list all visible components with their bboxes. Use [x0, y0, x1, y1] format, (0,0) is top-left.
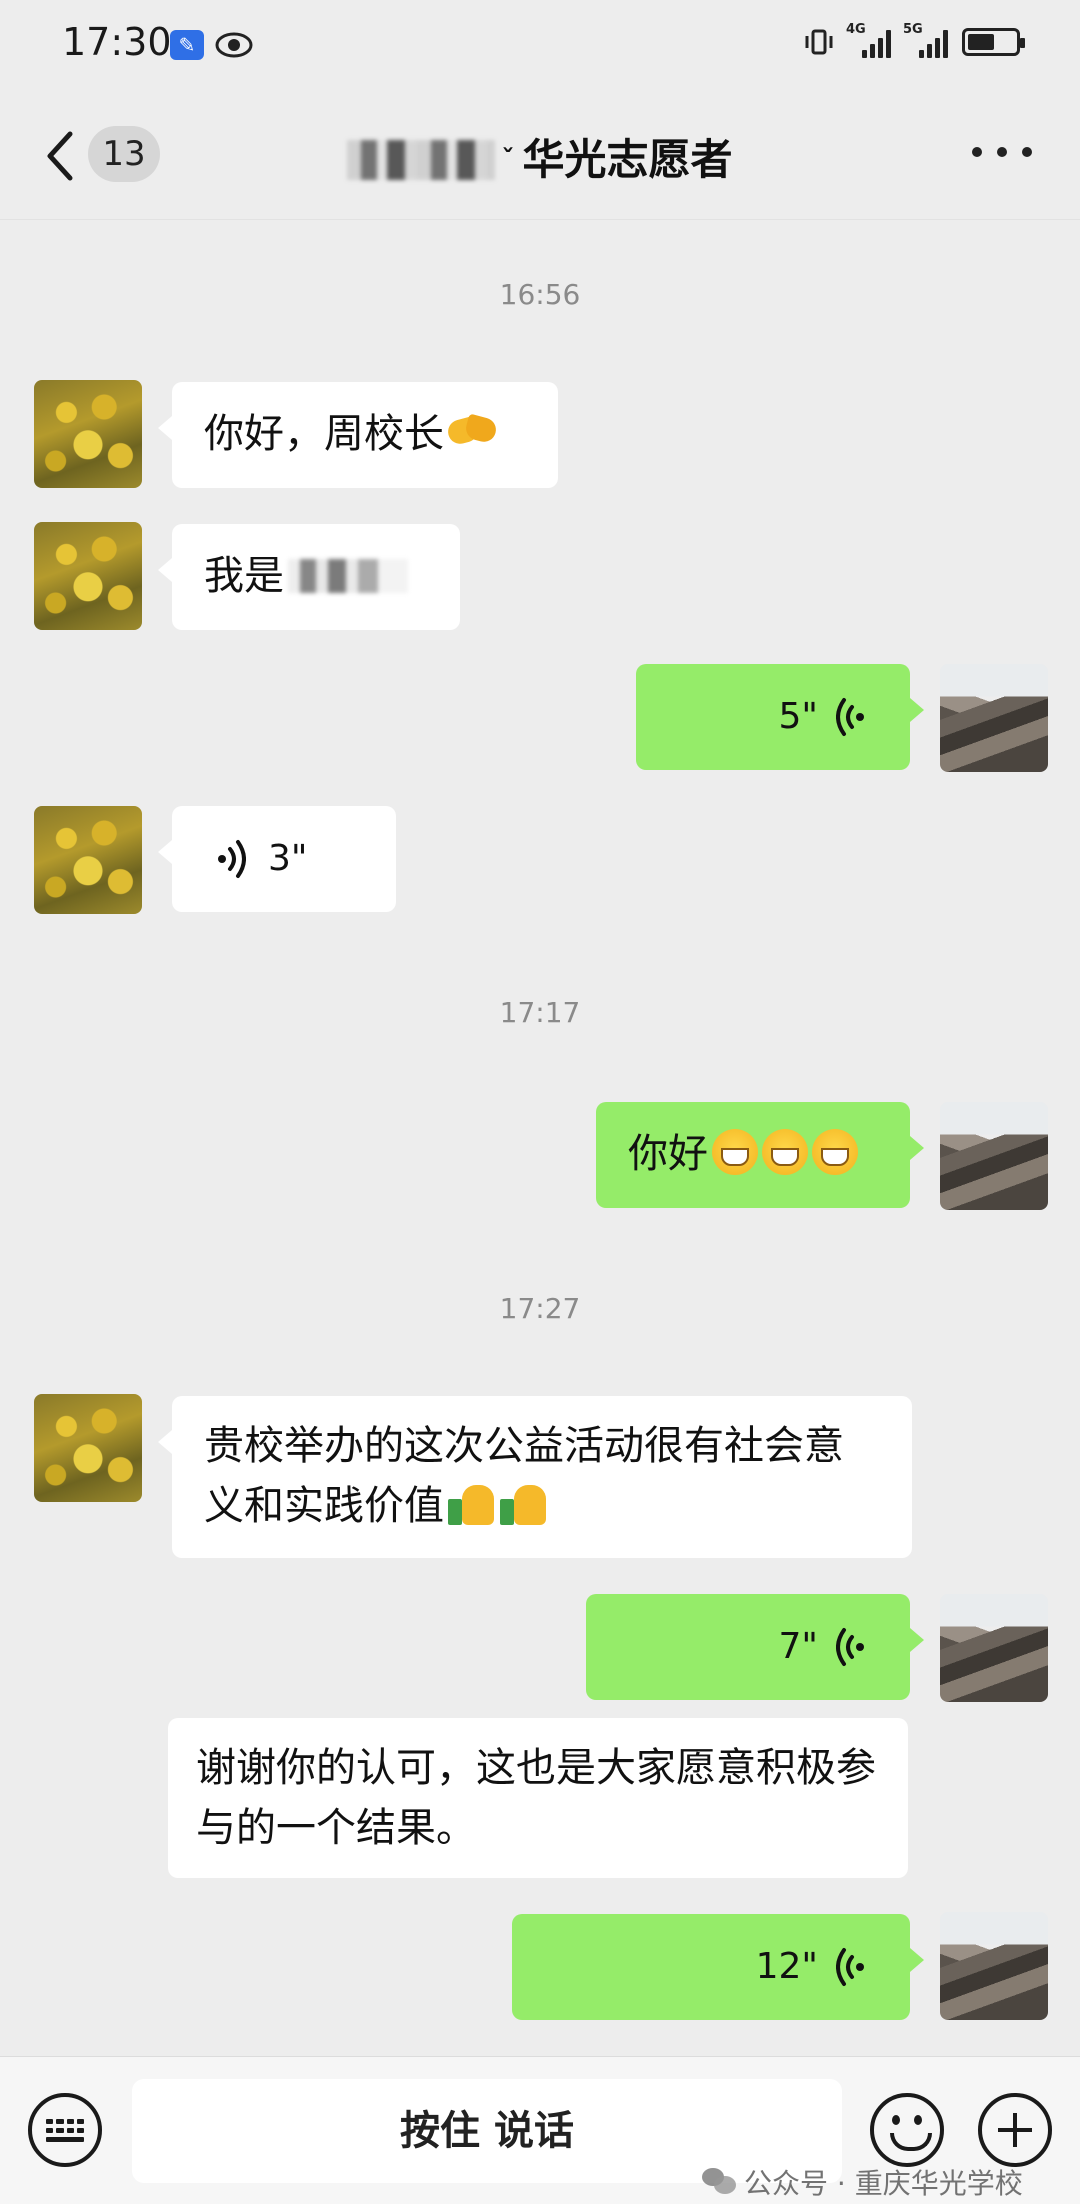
status-indicators: 4G 5G	[804, 22, 1025, 58]
eye-icon	[215, 32, 253, 58]
outgoing-voice-bubble[interactable]: 12"	[512, 1914, 924, 2020]
incoming-voice-bubble[interactable]: 3"	[158, 806, 396, 912]
voice-duration: 5"	[778, 696, 818, 737]
timestamp: 16:56	[499, 278, 581, 311]
contact-avatar[interactable]	[34, 806, 142, 914]
my-avatar[interactable]	[940, 664, 1048, 772]
status-time: 17:30	[62, 20, 172, 64]
message-text: 你好	[628, 1131, 708, 1177]
contact-avatar[interactable]	[34, 380, 142, 488]
app-notification-icon: ✎	[170, 30, 204, 60]
voice-wave-icon	[836, 1628, 864, 1666]
emoji-icon[interactable]	[870, 2093, 944, 2167]
plus-icon[interactable]	[978, 2093, 1052, 2167]
watermark: 公众号 · 重庆华光学校	[702, 2162, 1023, 2202]
voice-wave-icon	[218, 840, 246, 878]
grinning-emoji-icon	[712, 1129, 758, 1175]
wechat-logo-icon	[702, 2168, 736, 2196]
more-options-icon[interactable]	[972, 132, 1032, 172]
chat-header: 13 ˇ 华光志愿者	[0, 92, 1080, 220]
my-avatar[interactable]	[940, 1594, 1048, 1702]
voice-wave-icon	[836, 1948, 864, 1986]
outgoing-voice-bubble[interactable]: 7"	[586, 1594, 924, 1700]
incoming-text-bubble[interactable]: 贵校举办的这次公益活动很有社会意义和实践价值	[158, 1396, 912, 1558]
my-avatar[interactable]	[940, 1912, 1048, 2020]
signal-4g-icon: 4G	[846, 22, 891, 58]
voice-duration: 7"	[778, 1626, 818, 1667]
thumbs-up-emoji-icon	[448, 1479, 496, 1527]
voice-wave-icon	[836, 698, 864, 736]
voice-duration: 3"	[268, 838, 308, 879]
redacted-text	[288, 559, 408, 593]
outgoing-voice-bubble[interactable]: 5"	[636, 664, 924, 770]
battery-level	[968, 34, 995, 50]
incoming-text-bubble[interactable]: 你好，周校长	[158, 382, 558, 488]
message-text: 我是	[204, 553, 284, 599]
signal-5g-icon: 5G	[903, 22, 948, 58]
contact-avatar[interactable]	[34, 522, 142, 630]
voice-duration: 12"	[755, 1946, 818, 1987]
timestamp: 17:17	[499, 996, 581, 1029]
chat-title: ˇ 华光志愿者	[0, 126, 1080, 187]
grinning-emoji-icon	[812, 1129, 858, 1175]
contact-avatar[interactable]	[34, 1394, 142, 1502]
chat-title-text: 华光志愿者	[522, 135, 733, 184]
message-text: 你好，周校长	[204, 411, 444, 457]
vibrate-icon	[805, 29, 833, 55]
status-bar: 17:30 ✎ 4G 5G	[0, 0, 1080, 92]
redacted-name	[347, 140, 496, 180]
keyboard-icon[interactable]	[28, 2093, 102, 2167]
message-text: 谢谢你的认可，这也是大家愿意积极参与的一个结果。	[196, 1745, 876, 1851]
thumbs-up-emoji-icon	[500, 1479, 548, 1527]
incoming-text-bubble[interactable]: 谢谢你的认可，这也是大家愿意积极参与的一个结果。	[168, 1718, 908, 1878]
my-avatar[interactable]	[940, 1102, 1048, 1210]
grinning-emoji-icon	[762, 1129, 808, 1175]
outgoing-text-bubble[interactable]: 你好	[596, 1102, 924, 1208]
watermark-text: 公众号 · 重庆华光学校	[744, 2167, 1023, 2200]
incoming-text-bubble[interactable]: 我是	[158, 524, 460, 630]
battery-icon	[962, 28, 1025, 56]
timestamp: 17:27	[499, 1292, 581, 1325]
handshake-emoji-icon	[446, 411, 498, 451]
